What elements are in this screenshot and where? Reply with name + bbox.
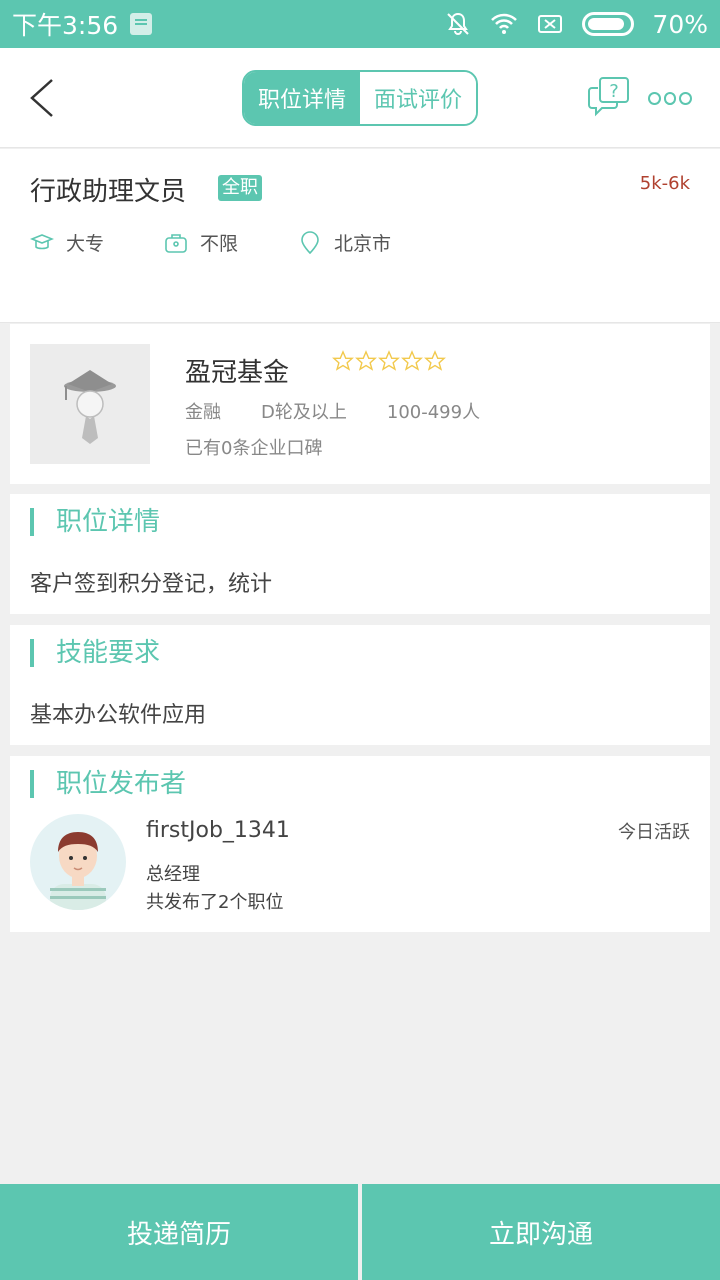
status-time: 下午3:56 (12, 11, 119, 40)
experience-requirement: 不限 (164, 229, 238, 256)
avatar (30, 814, 126, 910)
location-label: 北京市 (334, 233, 392, 255)
company-rating (332, 350, 446, 372)
publisher-name: firstJob_1341 (146, 818, 290, 843)
mute-bell-icon (447, 12, 470, 35)
skills-description: 基本办公软件应用 (30, 703, 207, 728)
job-description: 客户签到积分登记，统计 (30, 572, 273, 597)
apply-resume-button[interactable]: 投递简历 (0, 1184, 358, 1280)
salary: 5k-6k (639, 173, 690, 194)
tab-job-detail[interactable]: 职位详情 (244, 72, 360, 124)
company-funding: D轮及以上 (261, 402, 347, 423)
graduate-placeholder-icon (64, 370, 116, 444)
company-logo (30, 344, 150, 464)
company-size: 100-499人 (386, 402, 481, 423)
job-header: 行政助理文员 全职 5k-6k 大专 不限 北京市 (0, 149, 720, 323)
chat-question-icon[interactable]: ? (586, 76, 632, 118)
company-card[interactable]: 盈冠基金 金融 D轮及以上 100-499人 已有0条企业口碑 (10, 324, 710, 484)
publisher-job-count: 共发布了2个职位 (146, 892, 284, 913)
top-nav: 职位详情 面试评价 ? (0, 48, 720, 148)
back-arrow-icon[interactable] (24, 74, 64, 122)
more-dots-icon[interactable] (648, 88, 693, 108)
tab-interview-reviews[interactable]: 面试评价 (360, 72, 476, 124)
company-reviews: 已有0条企业口碑 (185, 438, 323, 459)
battery-icon (582, 12, 635, 36)
wifi-icon (491, 13, 518, 34)
star-icon (424, 350, 446, 371)
company-name: 盈冠基金 (185, 358, 290, 388)
star-icon (401, 350, 423, 371)
company-industry: 金融 (185, 402, 221, 423)
publisher-activity: 今日活跃 (618, 822, 690, 843)
chat-now-button[interactable]: 立即沟通 (362, 1184, 720, 1280)
education-label: 大专 (66, 233, 105, 255)
graduation-cap-icon (30, 233, 54, 249)
section-title: 职位详情 (30, 508, 160, 536)
battery-level: 70% (652, 9, 708, 39)
star-icon (355, 350, 377, 371)
skills-section: 技能要求 基本办公软件应用 (10, 625, 710, 745)
company-tags: 金融 D轮及以上 100-499人 (185, 398, 480, 424)
tab-switcher: 职位详情 面试评价 (242, 70, 478, 126)
job-detail-section: 职位详情 客户签到积分登记，统计 (10, 494, 710, 614)
publisher-section[interactable]: 职位发布者 firstJob_1341 总经理 共发布了2个职位 今日活跃 (10, 756, 710, 932)
star-icon (378, 350, 400, 371)
publisher-role: 总经理 (146, 864, 200, 885)
person-avatar-icon (50, 832, 106, 910)
star-icon (332, 350, 354, 371)
briefcase-icon (165, 233, 187, 253)
svg-text:?: ? (609, 81, 619, 102)
job-title: 行政助理文员 (30, 177, 187, 207)
sim-card-icon (130, 13, 153, 35)
experience-label: 不限 (200, 233, 239, 255)
section-title: 职位发布者 (30, 770, 186, 798)
education-requirement: 大专 (30, 229, 104, 256)
location-pin-icon (301, 230, 319, 254)
section-title: 技能要求 (30, 639, 160, 667)
bottom-action-bar: 投递简历 立即沟通 (0, 1184, 720, 1280)
status-bar: 下午3:56 70% (0, 0, 720, 48)
job-type-badge: 全职 (218, 175, 262, 201)
no-sim-icon (538, 15, 563, 33)
job-location: 北京市 (298, 229, 391, 256)
